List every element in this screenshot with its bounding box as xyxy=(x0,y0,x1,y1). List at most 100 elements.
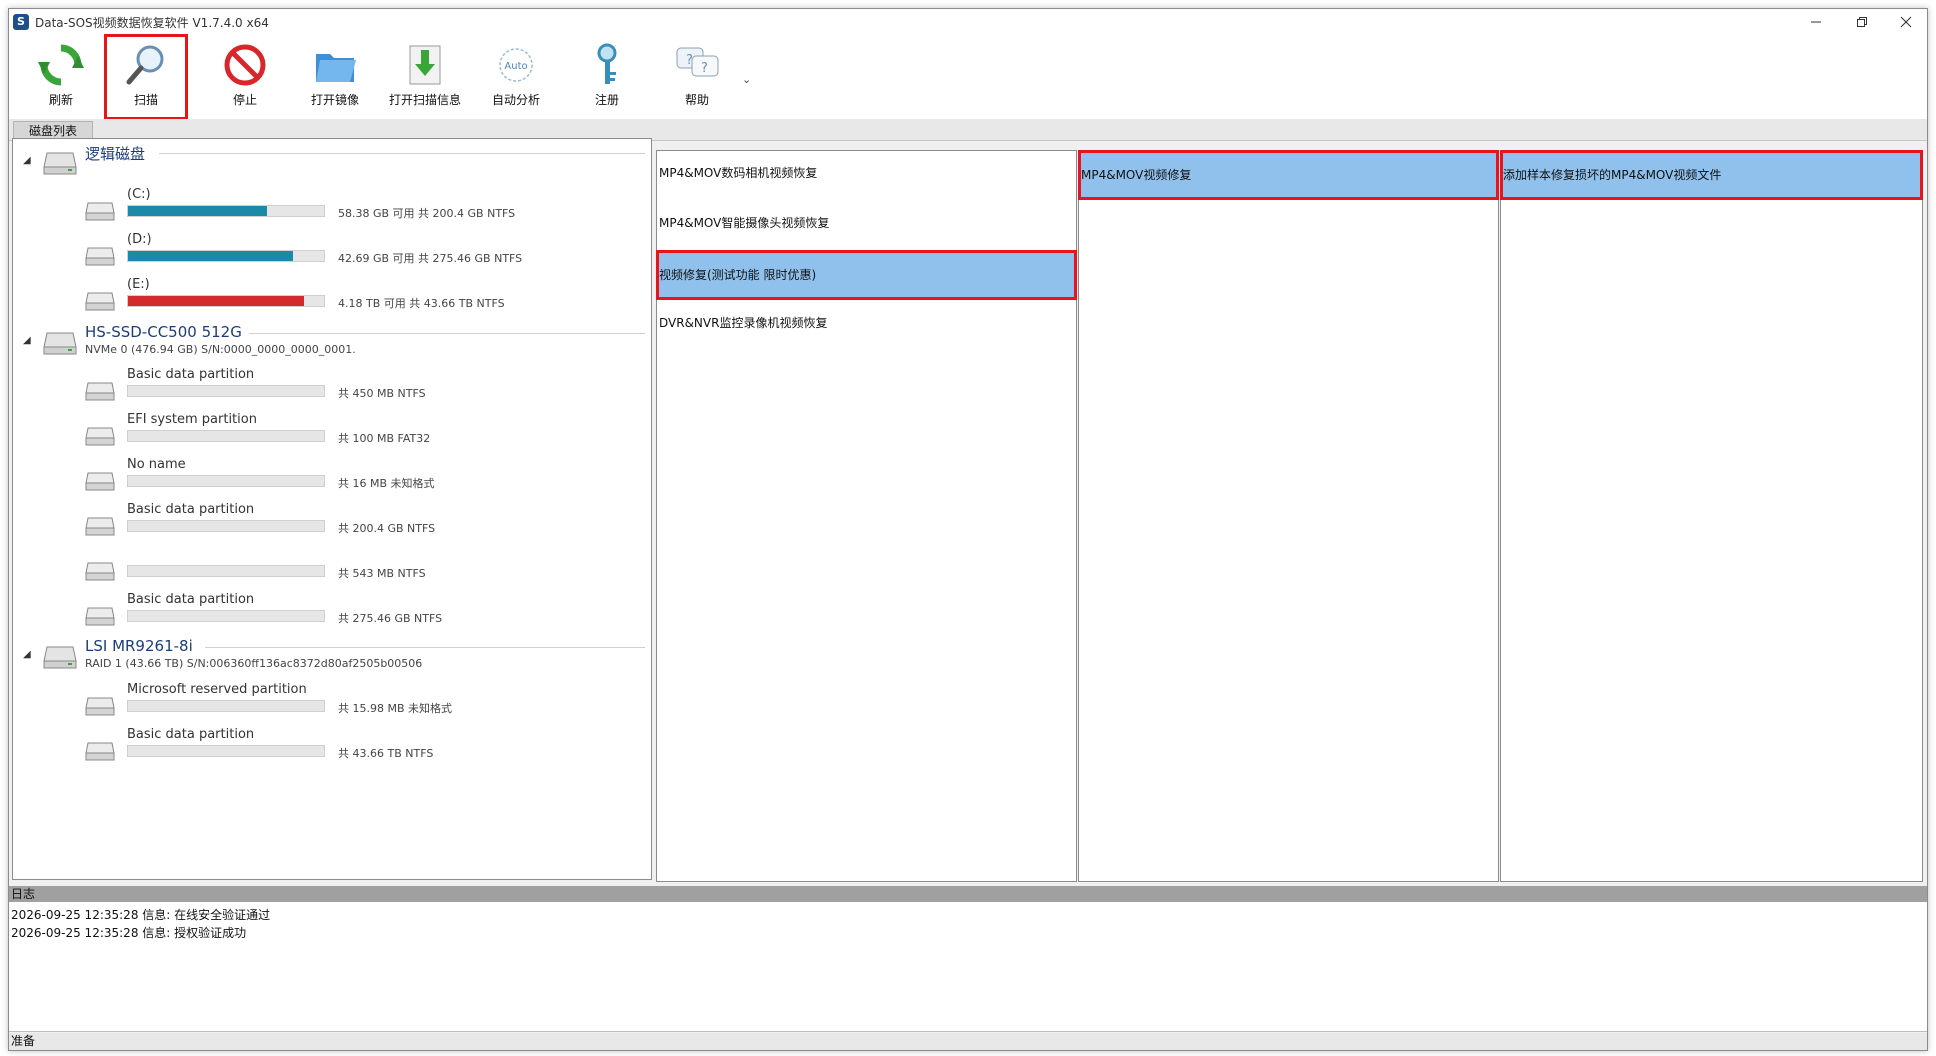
help-button[interactable]: ? ? 帮助 xyxy=(657,41,737,111)
log-line: 2026-09-25 12:35:28 信息: 授权验证成功 xyxy=(11,926,247,940)
group-divider xyxy=(159,153,645,154)
recovery-type-list: MP4&MOV数码相机视频恢复 MP4&MOV智能摄像头视频恢复 视频修复(测试… xyxy=(656,150,1077,882)
log-line: 2026-09-25 12:35:28 信息: 在线安全验证通过 xyxy=(11,908,271,922)
register-button[interactable]: 注册 xyxy=(567,41,647,111)
usage-bar xyxy=(127,430,325,442)
partition-row[interactable]: No name 共 16 MB 未知格式 xyxy=(13,455,651,495)
magnifier-icon xyxy=(126,45,164,85)
usage-bar xyxy=(127,610,325,622)
close-button[interactable] xyxy=(1883,9,1929,35)
scan-button[interactable]: 扫描 xyxy=(104,34,188,120)
stop-button[interactable]: 停止 xyxy=(205,41,285,111)
partition-name: Microsoft reserved partition xyxy=(127,682,307,697)
toolbar-more-chevron-icon[interactable]: ⌄ xyxy=(742,73,751,86)
partition-name: (C:) xyxy=(127,187,151,202)
restore-icon xyxy=(1857,17,1867,27)
collapse-triangle-icon[interactable]: ◢ xyxy=(23,155,31,166)
auto-analyze-label: 自动分析 xyxy=(491,93,540,107)
partition-info: 42.69 GB 可用 共 275.46 GB NTFS xyxy=(338,252,523,265)
title-bar: S Data-SOS视频数据恢复软件 V1.7.4.0 x64 xyxy=(9,9,1927,35)
svg-text:?: ? xyxy=(701,61,708,76)
repair-type-list: MP4&MOV视频修复 xyxy=(1078,150,1499,882)
recovery-option-smart-camera[interactable]: MP4&MOV智能摄像头视频恢复 xyxy=(657,201,1076,245)
status-bar: 准备 xyxy=(9,1033,1927,1050)
partition-row-d[interactable]: (D:) 42.69 GB 可用 共 275.46 GB NTFS xyxy=(13,230,651,270)
usage-bar-fill xyxy=(128,206,268,216)
partition-row[interactable]: 共 543 MB NTFS xyxy=(13,545,651,585)
partition-row[interactable]: Basic data partition 共 275.46 GB NTFS xyxy=(13,590,651,630)
partition-info: 共 16 MB 未知格式 xyxy=(338,477,435,490)
usage-bar-fill xyxy=(128,296,305,306)
drive-icon xyxy=(85,202,115,221)
repair-option-add-sample[interactable]: 添加样本修复损坏的MP4&MOV视频文件 xyxy=(1500,150,1923,200)
hard-drive-icon xyxy=(43,152,77,175)
minimize-button[interactable] xyxy=(1793,9,1839,35)
collapse-triangle-icon[interactable]: ◢ xyxy=(23,335,31,346)
partition-row-c[interactable]: (C:) 58.38 GB 可用 共 200.4 GB NTFS xyxy=(13,185,651,225)
open-image-button[interactable]: 打开镜像 xyxy=(295,41,375,111)
partition-name: No name xyxy=(127,457,186,472)
partition-row[interactable]: Basic data partition 共 450 MB NTFS xyxy=(13,365,651,405)
drive-icon xyxy=(85,562,115,581)
partition-info: 共 100 MB FAT32 xyxy=(338,432,431,445)
usage-bar xyxy=(127,475,325,487)
partition-row[interactable]: Basic data partition 共 43.66 TB NTFS xyxy=(13,725,651,765)
disk-group-name: 逻辑磁盘 xyxy=(85,145,146,163)
log-panel: 2026-09-25 12:35:28 信息: 在线安全验证通过 2026-09… xyxy=(9,902,1927,1032)
log-header: 日志 xyxy=(9,886,1927,902)
repair-option-mp4-mov[interactable]: MP4&MOV视频修复 xyxy=(1078,150,1499,200)
restore-button[interactable] xyxy=(1839,9,1885,35)
usage-bar xyxy=(127,250,325,262)
usage-bar-fill xyxy=(128,251,293,261)
disk-group-name: LSI MR9261-8i xyxy=(85,637,193,655)
stop-label: 停止 xyxy=(232,93,257,107)
hard-drive-icon xyxy=(43,332,77,355)
minimize-icon xyxy=(1811,21,1821,23)
auto-icon-text: Auto xyxy=(504,61,527,72)
partition-name: Basic data partition xyxy=(127,727,255,742)
key-icon xyxy=(597,43,617,84)
usage-bar xyxy=(127,520,325,532)
partition-info: 4.18 TB 可用 共 43.66 TB NTFS xyxy=(338,297,505,310)
collapse-triangle-icon[interactable]: ◢ xyxy=(23,649,31,660)
register-label: 注册 xyxy=(594,93,619,107)
drive-icon xyxy=(85,517,115,536)
refresh-button[interactable]: 刷新 xyxy=(21,41,101,111)
open-scan-info-button[interactable]: 打开扫描信息 xyxy=(385,41,465,111)
drive-icon xyxy=(85,247,115,266)
hard-drive-icon xyxy=(43,646,77,669)
partition-row-e[interactable]: (E:) 4.18 TB 可用 共 43.66 TB NTFS xyxy=(13,275,651,315)
drive-icon xyxy=(85,292,115,311)
help-label: 帮助 xyxy=(684,93,709,107)
drive-icon xyxy=(85,382,115,401)
window-title: Data-SOS视频数据恢复软件 V1.7.4.0 x64 xyxy=(35,15,269,30)
partition-row[interactable]: Microsoft reserved partition 共 15.98 MB … xyxy=(13,680,651,720)
auto-icon: Auto xyxy=(499,48,533,82)
usage-bar xyxy=(127,700,325,712)
partition-row[interactable]: Basic data partition 共 200.4 GB NTFS xyxy=(13,500,651,540)
usage-bar xyxy=(127,565,325,577)
close-icon xyxy=(1900,16,1912,28)
partition-name: (E:) xyxy=(127,277,150,292)
app-window: S Data-SOS视频数据恢复软件 V1.7.4.0 x64 刷新 扫描 停止… xyxy=(8,8,1928,1051)
toolbar: 刷新 扫描 停止 打开镜像 打开扫描信息 Auto 自动分析 注册 ? ? 帮助… xyxy=(9,34,1927,120)
app-logo-icon: S xyxy=(13,14,29,30)
partition-name: EFI system partition xyxy=(127,412,257,427)
recovery-option-camera[interactable]: MP4&MOV数码相机视频恢复 xyxy=(657,151,1076,195)
group-divider xyxy=(205,647,645,648)
partition-info: 共 275.46 GB NTFS xyxy=(338,612,443,625)
partition-row[interactable]: EFI system partition 共 100 MB FAT32 xyxy=(13,410,651,450)
recovery-option-dvr-nvr[interactable]: DVR&NVR监控录像机视频恢复 xyxy=(657,301,1076,345)
open-scan-info-label: 打开扫描信息 xyxy=(388,93,461,107)
partition-name: Basic data partition xyxy=(127,367,255,382)
scan-label: 扫描 xyxy=(133,93,158,107)
usage-bar xyxy=(127,385,325,397)
download-file-icon xyxy=(409,45,441,85)
disk-list-panel: ◢ 逻辑磁盘 (C:) 58.38 GB 可用 共 200.4 GB NTFS … xyxy=(12,138,652,880)
partition-info: 共 15.98 MB 未知格式 xyxy=(338,702,453,715)
drive-icon xyxy=(85,427,115,446)
auto-analyze-button[interactable]: Auto 自动分析 xyxy=(476,41,556,111)
drive-icon xyxy=(85,472,115,491)
partition-info: 共 43.66 TB NTFS xyxy=(338,747,434,760)
recovery-option-video-repair[interactable]: 视频修复(测试功能 限时优惠) xyxy=(656,250,1077,300)
